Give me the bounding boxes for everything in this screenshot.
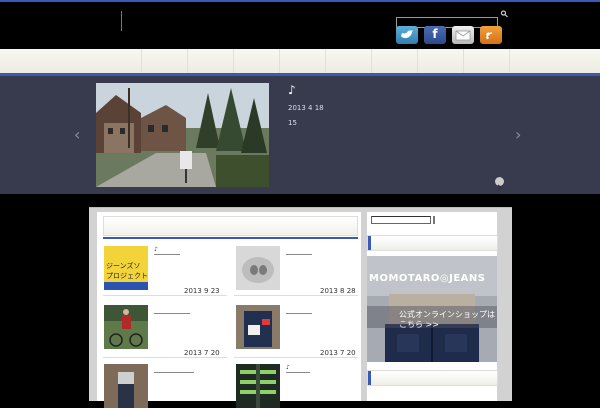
nav-item[interactable] (326, 49, 372, 73)
twitter-bird-icon (401, 30, 413, 39)
sidebar-widget-header (367, 370, 498, 386)
divider (234, 295, 358, 296)
post-thumbnail[interactable] (236, 246, 280, 290)
post-title[interactable] (286, 305, 312, 314)
thumbnail-image (236, 364, 280, 408)
nav-item[interactable] (188, 49, 234, 73)
search-icon[interactable] (500, 9, 508, 19)
nav-item[interactable] (464, 49, 510, 73)
post-thumbnail[interactable] (236, 305, 280, 349)
banner-brand: MOMOTARO◎JEANS (369, 273, 486, 284)
post-date: 2013 9 23 (184, 287, 220, 295)
top-accent-line (0, 0, 600, 2)
thumbnail-image (236, 246, 280, 290)
banner-photo (367, 256, 497, 362)
post-title[interactable]: ♪ (286, 364, 310, 373)
slide-photo (96, 83, 269, 187)
thumbnail-image (236, 305, 280, 349)
post-date: 2013 8 28 (320, 287, 356, 295)
divider (103, 357, 227, 358)
banner-cta[interactable]: 公式オンラインショップは こちら >> (399, 310, 495, 330)
sidebar-search-input[interactable] (371, 216, 431, 224)
slide-comment-count: 15 (288, 119, 297, 127)
sidebar-widget-header (367, 235, 498, 251)
slide-date: 2013 4 18 (288, 104, 324, 112)
nav-item[interactable] (234, 49, 280, 73)
post-date: 2013 7 20 (320, 349, 356, 357)
thumb-text-line1: ジーンズソ (106, 261, 141, 270)
momotaro-jeans-banner[interactable]: MOMOTARO◎JEANS 公式オンラインショップは こちら >> (367, 256, 497, 362)
slider-prev-arrow-icon[interactable]: ‹ (74, 127, 80, 143)
post-thumbnail[interactable] (236, 364, 280, 408)
post-thumbnail[interactable] (104, 364, 148, 408)
slider-next-arrow-icon[interactable]: › (515, 127, 521, 143)
nav-item[interactable] (142, 49, 188, 73)
featured-slider: ‹ ♪ 2013 4 18 15 › (0, 76, 600, 194)
recent-posts: ジーンズソ プロジェクト ♪ 2013 9 23 2013 8 28 2013 … (97, 212, 361, 408)
main-nav (0, 49, 600, 73)
rss-icon (486, 32, 493, 40)
recent-posts-header (103, 216, 358, 236)
nav-item[interactable] (280, 49, 326, 73)
mail-icon (455, 30, 471, 41)
thumb-text-line2: プロジェクト (106, 272, 148, 280)
banner-cta-line1: 公式オンラインショップは (399, 310, 495, 319)
recent-posts-accent-line (103, 237, 358, 239)
thumbnail-image (104, 364, 148, 408)
post-title[interactable]: ♪ (154, 246, 180, 255)
facebook-icon: f (432, 27, 438, 41)
site-logo[interactable] (121, 11, 122, 31)
slide-more-icon[interactable] (495, 177, 504, 191)
post-title[interactable] (286, 246, 312, 255)
post-thumbnail[interactable] (104, 305, 148, 349)
nav-item[interactable] (418, 49, 464, 73)
divider (103, 295, 227, 296)
nav-item[interactable] (96, 49, 142, 73)
twitter-link[interactable] (396, 26, 418, 44)
thumbnail-image: ジーンズソ プロジェクト (104, 246, 148, 290)
post-thumbnail[interactable]: ジーンズソ プロジェクト (104, 246, 148, 290)
post-date: 2013 7 20 (184, 349, 220, 357)
content-panel: ジーンズソ プロジェクト ♪ 2013 9 23 2013 8 28 2013 … (89, 207, 512, 408)
post-title[interactable] (154, 305, 190, 314)
slide-title[interactable]: ♪ (288, 83, 296, 97)
divider (234, 357, 358, 358)
nav-item[interactable] (372, 49, 418, 73)
sidebar: MOMOTARO◎JEANS 公式オンラインショップは こちら >> (367, 212, 498, 401)
thumbnail-image (104, 305, 148, 349)
slide-image[interactable] (96, 83, 269, 187)
post-title[interactable] (154, 364, 194, 373)
rss-link[interactable] (480, 26, 502, 44)
facebook-link[interactable]: f (424, 26, 446, 44)
mail-link[interactable] (452, 26, 474, 44)
banner-cta-line2: こちら >> (399, 320, 439, 329)
sidebar-search-button[interactable] (433, 216, 435, 224)
